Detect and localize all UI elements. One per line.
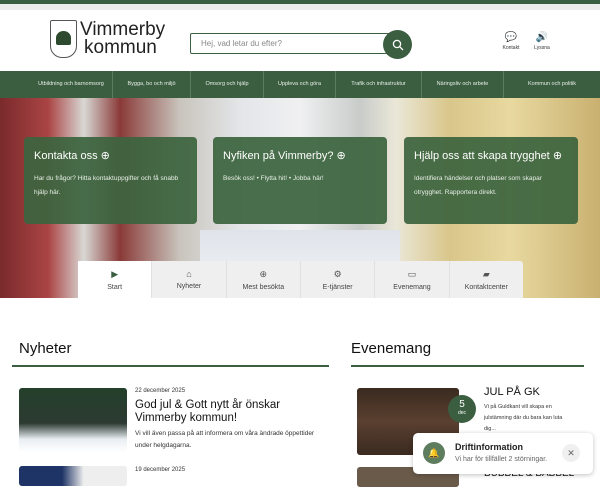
tab-label: Start — [107, 284, 123, 291]
contact-label: Kontakt — [502, 45, 520, 51]
card-text: Identifiera händelser och platser som sk… — [414, 175, 542, 196]
tab-label: Evenemang — [393, 284, 431, 291]
events-divider — [351, 365, 584, 367]
event-day: 5 — [459, 399, 465, 410]
tab-contact-center[interactable]: ▰ Kontaktcenter — [450, 261, 523, 298]
nav-item[interactable]: Näringsliv och arbete — [422, 71, 504, 98]
event-title[interactable]: JUL PÅ GK — [484, 386, 540, 398]
news-title[interactable]: God jul & Gott nytt år önskar Vimmerby k… — [135, 399, 315, 425]
tab-label: Kontaktcenter — [464, 284, 508, 291]
search-icon — [392, 39, 403, 50]
calendar-icon: ▭ — [407, 269, 417, 279]
plus-circle-icon: ⊕ — [259, 269, 268, 279]
card-title: Hjälp oss att skapa trygghet — [414, 150, 550, 162]
tab-most-visited[interactable]: ⊕ Mest besökta — [227, 261, 301, 298]
gears-icon: ⚙ — [333, 269, 342, 279]
tab-start[interactable]: ▶ Start — [78, 261, 153, 298]
news-divider — [12, 365, 329, 367]
logo[interactable]: Vimmerby kommun — [50, 20, 165, 58]
popup-text: Vi har för tillfället 2 störningar. — [455, 456, 548, 463]
contact-button[interactable]: 💬 Kontakt — [496, 32, 526, 51]
tab-e-services[interactable]: ⚙ E-tjänster — [301, 261, 376, 298]
chat-icon: 💬 — [504, 32, 518, 43]
popup-title[interactable]: Driftinformation — [455, 442, 523, 452]
news-date: 19 december 2025 — [135, 467, 186, 473]
bell-icon: 🔔 — [423, 442, 445, 464]
arrow-circle-icon: ⊕ — [336, 150, 346, 162]
arrow-circle-icon: ⊕ — [100, 150, 110, 162]
tab-events[interactable]: ▭ Evenemang — [375, 261, 450, 298]
tab-label: E-tjänster — [322, 284, 353, 291]
card-title: Nyfiken på Vimmerby? — [223, 150, 334, 162]
nav-item[interactable]: Utbildning och barnomsorg — [30, 71, 113, 98]
card-curious[interactable]: Nyfiken på Vimmerby? ⊕ Besök oss! • Flytt… — [213, 137, 387, 224]
quick-tabs: ▶ Start ⌂ Nyheter ⊕ Mest besökta ⚙ E-tjänste… — [78, 261, 523, 298]
tab-label: Nyheter — [176, 283, 202, 290]
event-desc: Vi på Guldkant vill skapa en julstämning… — [484, 404, 563, 432]
search-input[interactable]: Hej, vad letar du efter? — [190, 33, 390, 54]
logo-line2: kommun — [84, 37, 157, 58]
card-contact[interactable]: Kontakta oss ⊕ Har du frågor? Hitta konta… — [24, 137, 197, 224]
news-image[interactable] — [19, 388, 127, 452]
speaker-icon: 🔊 — [535, 32, 549, 43]
news-date: 22 december 2025 — [135, 388, 186, 394]
search-button[interactable] — [383, 30, 412, 59]
coat-of-arms-icon — [50, 20, 77, 58]
event-date-badge: 5 dec — [448, 395, 476, 423]
nav-item[interactable]: Bygga, bo och miljö — [113, 71, 191, 98]
nav-item[interactable]: Omsorg och hjälp — [191, 71, 264, 98]
card-title: Kontakta oss — [34, 150, 98, 162]
play-icon: ▶ — [111, 269, 119, 279]
close-icon[interactable]: ✕ — [562, 444, 580, 462]
status-notification: 🔔 Driftinformation Vi har för tillfället… — [413, 433, 593, 474]
nav-item[interactable]: Uppleva och göra — [264, 71, 336, 98]
nav-item[interactable]: Trafik och infrastruktur — [336, 71, 422, 98]
listen-button[interactable]: 🔊 Lyssna — [527, 32, 557, 51]
nav-item[interactable]: Kommun och politik — [504, 71, 600, 98]
news-heading: Nyheter — [19, 340, 72, 357]
chat-icon: ▰ — [482, 269, 490, 279]
grey-bar — [0, 4, 600, 10]
events-heading: Evenemang — [351, 340, 432, 357]
home-icon: ⌂ — [186, 269, 192, 279]
tab-news[interactable]: ⌂ Nyheter — [152, 261, 227, 298]
main-nav: Utbildning och barnomsorg Bygga, bo och … — [0, 71, 600, 98]
event-month: dec — [457, 410, 467, 416]
listen-label: Lyssna — [534, 45, 550, 51]
arrow-circle-icon: ⊕ — [552, 150, 563, 162]
news-desc: Vi vill även passa på att informera om v… — [135, 430, 315, 449]
card-safety[interactable]: Hjälp oss att skapa trygghet ⊕ Identifier… — [404, 137, 578, 224]
card-text: Besök oss! • Flytta hit! • Jobba här! — [223, 175, 324, 182]
card-text: Har du frågor? Hitta kontaktuppgifter oc… — [34, 175, 179, 196]
tab-label: Mest besökta — [242, 284, 285, 291]
news-image[interactable] — [19, 466, 127, 486]
